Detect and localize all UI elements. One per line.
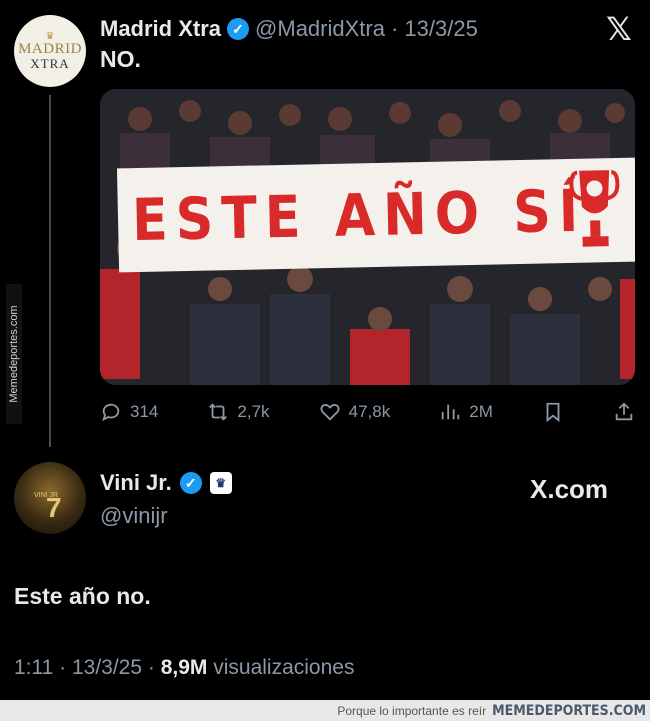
repost-button[interactable]: 2,7k — [207, 401, 270, 423]
tweet2-views-count: 8,9M — [160, 656, 208, 679]
view-count: 2M — [469, 402, 493, 421]
vinijr-avatar[interactable]: VINI JR 7 — [14, 462, 86, 534]
share-icon — [615, 402, 633, 421]
views-chart-icon — [442, 404, 460, 420]
tweet1-date[interactable]: · 13/3/25 — [391, 16, 478, 42]
like-count: 47,8k — [348, 402, 391, 421]
verified-badge-icon: ✓ — [227, 18, 250, 40]
banner-text: ESTE AÑO SÍ — [131, 176, 587, 255]
side-watermark: Memedeportes.com — [6, 284, 22, 424]
tweet2-handle[interactable]: @vinijr — [100, 503, 168, 529]
x-logo-icon[interactable]: 𝕏 — [606, 10, 632, 48]
reply-count: 314 — [130, 402, 159, 421]
footer-brand[interactable]: MEMEDEPORTES.COM — [492, 703, 646, 719]
like-button[interactable]: 47,8k — [319, 401, 391, 423]
tweet2-display-name[interactable]: Vini Jr. — [100, 470, 172, 496]
tweet2-text: Este año no. — [14, 583, 151, 609]
tweet2-timestamp[interactable]: 1:11 · 13/3/25 · — [14, 656, 161, 679]
tweet2-meta: 1:11 · 13/3/25 · 8,9M visualizaciones — [14, 656, 354, 680]
heart-icon — [320, 404, 340, 421]
xcom-label: X.com — [530, 474, 609, 504]
verified-badge-icon: ✓ — [179, 472, 202, 494]
avatar-jersey-number: 7 — [46, 492, 62, 523]
reply-button[interactable]: 314 — [100, 401, 158, 423]
thread-connector-line — [49, 95, 51, 447]
bookmark-icon — [546, 402, 560, 423]
tweet1-header: Madrid Xtra ✓ @MadridXtra · 13/3/25 — [100, 14, 478, 44]
tweet1-text: NO. — [100, 46, 141, 72]
tweet2-views-label: visualizaciones — [207, 656, 355, 679]
bookmark-button[interactable] — [542, 401, 564, 423]
footer-tagline: Porque lo importante es reír — [337, 703, 487, 718]
champions-trophy-icon — [569, 170, 620, 247]
footer-bar: Porque lo importante es reír MEMEDEPORTE… — [0, 700, 650, 721]
repost-count: 2,7k — [237, 402, 270, 421]
tweet1-handle[interactable]: @MadridXtra — [255, 16, 385, 42]
tweet1-media-photo[interactable]: ESTE AÑO SÍ — [100, 89, 635, 385]
crown-icon: ♛ — [45, 30, 55, 42]
reply-icon — [102, 403, 120, 422]
madrid-xtra-avatar[interactable]: ♛ MADRID XTRA — [14, 15, 86, 87]
share-button[interactable] — [613, 401, 635, 423]
avatar-text-line2: XTRA — [30, 55, 70, 71]
fan-banner: ESTE AÑO SÍ — [116, 157, 635, 273]
real-madrid-crest-icon: ♛ — [209, 472, 232, 494]
avatar-text-line1: MADRID — [18, 40, 82, 57]
views-button[interactable]: 2M — [439, 401, 493, 423]
tweet1-action-bar: 314 2,7k 47,8k 2M — [100, 398, 635, 426]
repost-icon — [209, 403, 228, 421]
tweet1-display-name[interactable]: Madrid Xtra — [100, 16, 221, 42]
tweet2-header: Vini Jr. ✓ ♛ — [100, 470, 232, 496]
